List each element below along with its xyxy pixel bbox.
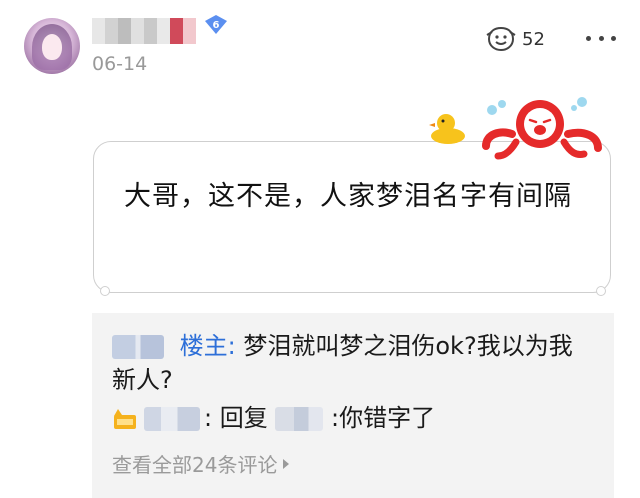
vip-crown-icon bbox=[114, 409, 136, 429]
level-number: 6 bbox=[212, 19, 220, 31]
author-name-mosaic[interactable] bbox=[92, 18, 196, 44]
rubber-duck-icon bbox=[429, 114, 465, 144]
author-avatar[interactable] bbox=[24, 18, 80, 74]
author-name bbox=[92, 18, 93, 19]
bubble-corner-dot bbox=[596, 286, 606, 296]
comment-separator: : bbox=[227, 332, 236, 360]
view-all-label: 查看全部24条评论 bbox=[112, 453, 278, 477]
ellipsis-dot bbox=[598, 35, 604, 41]
post-content: 大哥，这不是，人家梦泪名字有间隔 bbox=[124, 181, 572, 212]
commenter-name-mosaic[interactable] bbox=[112, 335, 164, 359]
post-time: 06-14 bbox=[92, 53, 148, 75]
comment-text: :你错字了 bbox=[331, 404, 436, 432]
bubble-corner-dot bbox=[100, 286, 110, 296]
comments-section: 楼主: 梦泪就叫梦之泪伤ok?我以为我新人? : 回复 :你错字了 查看全部24… bbox=[92, 313, 614, 498]
comment-item[interactable]: : 回复 :你错字了 bbox=[112, 401, 602, 435]
comment-separator: : bbox=[204, 404, 213, 432]
ellipsis-dot bbox=[611, 35, 616, 41]
ellipsis-dot bbox=[586, 35, 591, 41]
octopus-mascot-icon bbox=[482, 97, 602, 160]
more-options-button[interactable] bbox=[586, 28, 616, 48]
like-button[interactable]: 52 bbox=[486, 24, 545, 54]
thumbs-up-face-icon bbox=[486, 26, 516, 52]
speech-bubble-frame bbox=[93, 141, 611, 293]
commenter-name-mosaic[interactable] bbox=[144, 407, 200, 431]
like-count: 52 bbox=[522, 28, 545, 50]
avatar-face bbox=[42, 34, 62, 60]
op-tag: 楼主 bbox=[179, 332, 228, 360]
view-all-comments-link[interactable]: 查看全部24条评论 bbox=[112, 449, 290, 478]
comment-item[interactable]: 楼主: 梦泪就叫梦之泪伤ok?我以为我新人? bbox=[112, 329, 588, 397]
reply-label: 回复 bbox=[219, 404, 268, 432]
chevron-right-icon bbox=[283, 458, 290, 469]
level-badge: 6 bbox=[204, 15, 228, 35]
reply-target-mosaic[interactable] bbox=[275, 407, 324, 431]
